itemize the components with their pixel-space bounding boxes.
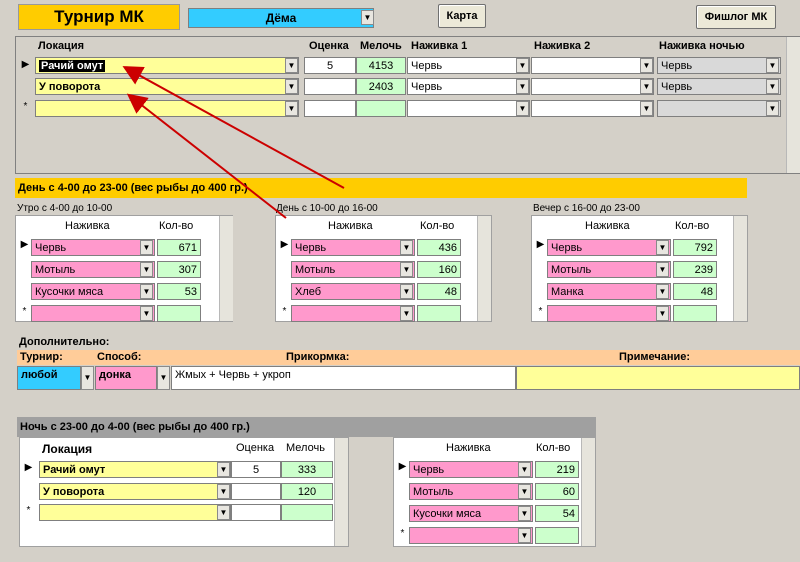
annotation-arrows [122,66,345,219]
arrow-to-location-1 [122,66,345,189]
arrow-to-location-2 [126,93,287,219]
